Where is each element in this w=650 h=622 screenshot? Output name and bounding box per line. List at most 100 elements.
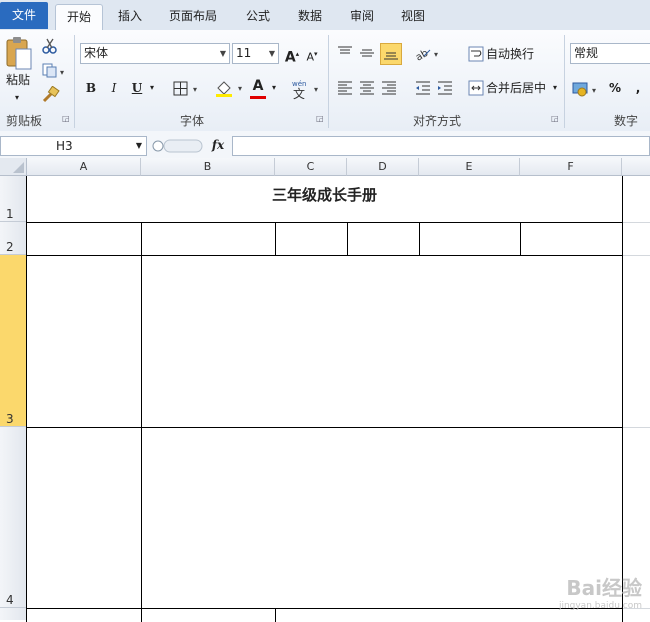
row-header-5[interactable] bbox=[0, 608, 27, 620]
row-number: 4 bbox=[6, 593, 14, 607]
svg-text:文: 文 bbox=[293, 86, 305, 100]
align-top-icon[interactable] bbox=[336, 44, 354, 62]
row-header-3[interactable]: 3 bbox=[0, 255, 27, 427]
tab-page-layout[interactable]: 页面布局 bbox=[160, 4, 226, 29]
font-color-glyph[interactable]: A bbox=[250, 76, 266, 96]
accounting-format-icon[interactable]: ▾ bbox=[572, 80, 602, 98]
svg-text:▾: ▾ bbox=[592, 86, 596, 95]
font-name-combo[interactable]: 宋体 ▼ bbox=[80, 43, 230, 64]
tab-home[interactable]: 开始 bbox=[55, 4, 103, 31]
align-right-icon[interactable] bbox=[380, 80, 398, 96]
percent-button[interactable]: % bbox=[607, 78, 623, 98]
align-left-icon[interactable] bbox=[336, 80, 354, 96]
grow-font-icon[interactable]: A▴ bbox=[283, 44, 301, 66]
cell-a3[interactable] bbox=[26, 255, 142, 428]
tab-formulas[interactable]: 公式 bbox=[236, 4, 280, 29]
svg-text:▾: ▾ bbox=[314, 85, 318, 94]
underline-button[interactable]: U bbox=[128, 78, 146, 98]
font-name-value: 宋体 bbox=[84, 46, 109, 60]
watermark-main: Bai经验 bbox=[566, 576, 642, 600]
svg-text:▾: ▾ bbox=[434, 50, 438, 59]
ribbon-separator bbox=[328, 35, 329, 128]
watermark-sub: jingyan.baidu.com bbox=[558, 601, 642, 611]
merge-dropdown-icon[interactable]: ▾ bbox=[550, 78, 560, 98]
sheet-title: 三年级成长手册 bbox=[271, 186, 377, 204]
cut-icon[interactable] bbox=[42, 38, 58, 54]
column-header-f[interactable]: F bbox=[520, 158, 622, 176]
formula-input[interactable] bbox=[232, 136, 650, 156]
number-format-combo[interactable]: 常规 bbox=[570, 43, 650, 64]
ribbon-separator bbox=[564, 35, 565, 128]
font-size-combo[interactable]: 11 ▼ bbox=[232, 43, 279, 64]
orientation-icon[interactable]: ab ▾ bbox=[414, 44, 442, 64]
paste-button[interactable]: 粘贴 bbox=[2, 70, 34, 90]
svg-text:▾: ▾ bbox=[238, 84, 242, 93]
svg-text:ab: ab bbox=[414, 48, 430, 62]
underline-dropdown-icon[interactable]: ▾ bbox=[146, 78, 158, 98]
cell-a4[interactable] bbox=[26, 427, 142, 609]
fill-color-icon[interactable]: ▾ bbox=[214, 78, 246, 98]
column-header-e[interactable]: E bbox=[419, 158, 520, 176]
watermark: Bai经验 jingyan.baidu.com bbox=[502, 572, 642, 612]
font-color-bar bbox=[250, 96, 266, 99]
row-header-2[interactable]: 2 bbox=[0, 222, 27, 255]
alignment-group-label: 对齐方式 bbox=[413, 114, 462, 128]
select-all-corner[interactable] bbox=[0, 158, 27, 176]
tab-review[interactable]: 审阅 bbox=[340, 4, 384, 29]
comma-button[interactable]: , bbox=[632, 78, 644, 98]
tab-file[interactable]: 文件 bbox=[0, 2, 48, 29]
shrink-font-icon[interactable]: A▾ bbox=[303, 44, 321, 64]
paste-dropdown-icon[interactable]: ▾ bbox=[10, 88, 24, 108]
paste-icon[interactable] bbox=[4, 36, 34, 72]
formula-bar-resize-handle[interactable] bbox=[152, 138, 204, 154]
cell-e2[interactable] bbox=[419, 222, 521, 256]
gridline bbox=[622, 222, 650, 223]
wrap-text-icon[interactable] bbox=[468, 46, 484, 62]
italic-button[interactable]: I bbox=[105, 78, 123, 98]
cell-f2[interactable] bbox=[520, 222, 623, 256]
row-number: 1 bbox=[6, 207, 14, 221]
cell-b3-merged[interactable] bbox=[141, 255, 623, 428]
format-painter-icon[interactable] bbox=[42, 85, 60, 104]
align-middle-icon[interactable] bbox=[358, 44, 376, 62]
tab-insert[interactable]: 插入 bbox=[108, 4, 152, 29]
insert-function-button[interactable]: fx bbox=[206, 136, 230, 156]
copy-icon[interactable]: ▾ bbox=[42, 62, 68, 78]
cell-c2[interactable] bbox=[275, 222, 348, 256]
column-header-c[interactable]: C bbox=[275, 158, 347, 176]
row-header-1[interactable]: 1 bbox=[0, 176, 27, 222]
tab-view[interactable]: 视图 bbox=[391, 4, 435, 29]
merge-center-button[interactable]: 合并后居中 bbox=[486, 78, 550, 98]
increase-indent-icon[interactable] bbox=[436, 80, 454, 96]
merge-center-icon[interactable] bbox=[468, 80, 484, 96]
column-header-a[interactable]: A bbox=[27, 158, 141, 176]
name-box-value: H3 bbox=[56, 139, 73, 153]
font-launcher-icon[interactable]: ◲ bbox=[316, 114, 324, 123]
align-bottom-icon[interactable] bbox=[380, 43, 402, 65]
svg-text:▾: ▾ bbox=[60, 68, 64, 77]
tab-data[interactable]: 数据 bbox=[288, 4, 332, 29]
row-header-4[interactable]: 4 bbox=[0, 427, 27, 608]
clipboard-launcher-icon[interactable]: ◲ bbox=[62, 114, 70, 123]
number-group-label: 数字 bbox=[614, 114, 639, 128]
font-group-label: 字体 bbox=[180, 114, 205, 128]
chevron-down-icon: ▼ bbox=[135, 141, 142, 150]
cell-a2[interactable] bbox=[26, 222, 142, 256]
alignment-launcher-icon[interactable]: ◲ bbox=[551, 114, 559, 123]
bold-button[interactable]: B bbox=[82, 78, 100, 98]
wrap-text-button[interactable]: 自动换行 bbox=[486, 44, 546, 64]
svg-text:▾: ▾ bbox=[193, 85, 197, 94]
font-size-value: 11 bbox=[236, 46, 252, 60]
decrease-indent-icon[interactable] bbox=[414, 80, 432, 96]
align-center-icon[interactable] bbox=[358, 80, 376, 96]
cell-b2[interactable] bbox=[141, 222, 276, 256]
row-number: 3 bbox=[6, 412, 14, 426]
cell-d2[interactable] bbox=[347, 222, 420, 256]
name-box[interactable]: H3 ▼ bbox=[0, 136, 147, 156]
borders-icon[interactable]: ▾ bbox=[172, 80, 202, 98]
column-header-g[interactable] bbox=[622, 158, 650, 176]
column-header-b[interactable]: B bbox=[141, 158, 275, 176]
font-color-dropdown-icon[interactable]: ▾ bbox=[268, 78, 280, 98]
column-header-d[interactable]: D bbox=[347, 158, 419, 176]
phonetic-guide-icon[interactable]: wén 文 ▾ bbox=[290, 78, 322, 101]
